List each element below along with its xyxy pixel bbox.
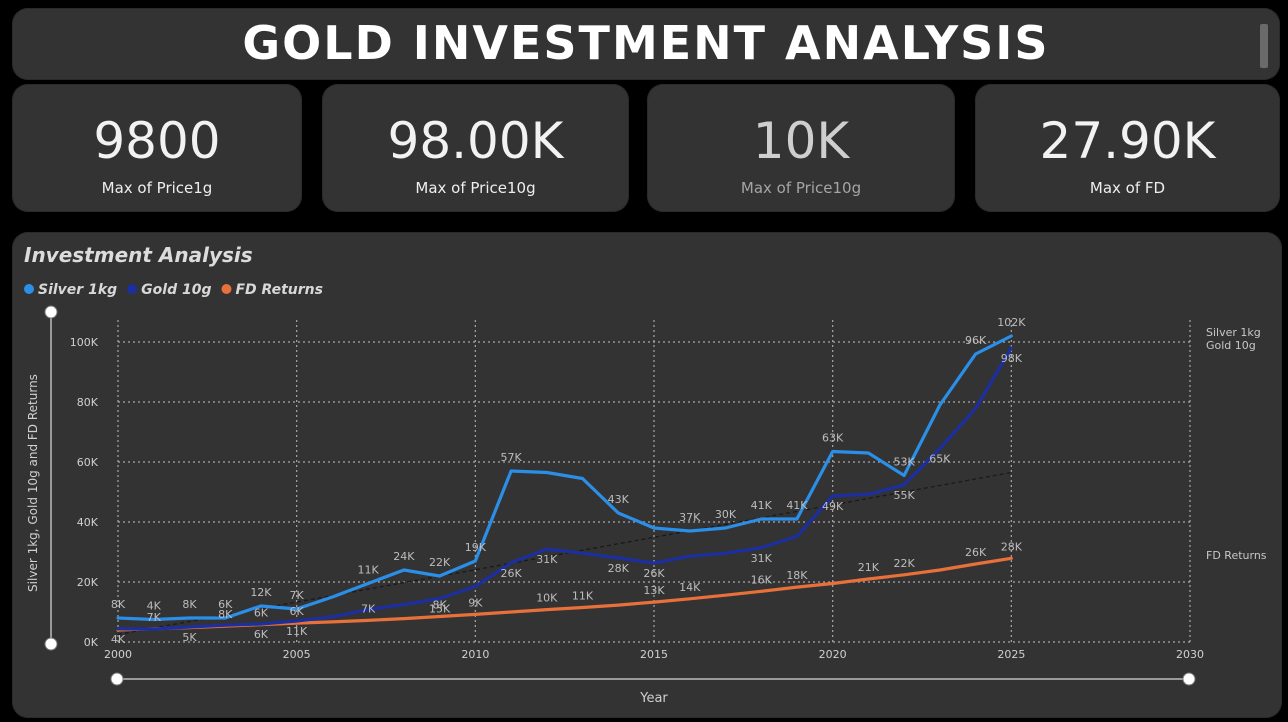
data-label: 7K	[147, 611, 162, 624]
data-label: 14K	[679, 581, 701, 594]
data-label: 31K	[536, 553, 558, 566]
data-label: 9K	[468, 596, 483, 609]
data-label: 7K	[290, 589, 305, 602]
line-chart: 2000 2005 2010 2015 2020 2025 2030 0K 20K 40K 60K 8…	[24, 282, 1267, 706]
data-label: 8K	[432, 599, 447, 612]
kpi-value: 10K	[752, 112, 850, 170]
data-label: 11K	[572, 590, 594, 603]
data-label: 96K	[965, 334, 987, 347]
x-tick-label: 2015	[640, 648, 668, 661]
kpi-label: Max of Price10g	[740, 179, 862, 197]
legend-label: Silver 1kg	[38, 282, 117, 298]
y-tick-label: 100K	[70, 336, 99, 349]
kpi-card-max-price10g-alt: 10K Max of Price10g	[647, 84, 955, 212]
x-zoom-handle-left[interactable]	[110, 672, 124, 686]
data-label: 13K	[643, 584, 665, 597]
kpi-label: Max of FD	[1089, 179, 1166, 197]
data-label: 21K	[858, 561, 880, 574]
data-label: 5K	[182, 631, 197, 644]
data-label: 16K	[751, 573, 773, 586]
data-label: 26K	[965, 546, 987, 559]
y-tick-label: 60K	[77, 456, 99, 469]
data-label: 22K	[429, 556, 451, 569]
data-label: 4K	[111, 633, 126, 646]
data-label: 8K	[218, 608, 233, 621]
x-tick-label: 2025	[997, 648, 1025, 661]
data-label: 12K	[250, 586, 272, 599]
data-label: 11K	[358, 564, 380, 577]
kpi-value: 98.00K	[387, 112, 564, 170]
title-scrollbar[interactable]	[1260, 24, 1268, 68]
y-tick-label: 80K	[77, 396, 99, 409]
x-tick-label: 2030	[1176, 648, 1204, 661]
data-label: 26K	[500, 567, 522, 580]
kpi-label: Max of Price1g	[101, 179, 213, 197]
legend-label: Gold 10g	[141, 282, 211, 298]
x-tick-label: 2000	[104, 648, 132, 661]
kpi-card-max-price10g: 98.00K Max of Price10g	[322, 84, 629, 212]
title-banner: GOLD INVESTMENT ANALYSIS	[12, 8, 1280, 80]
kpi-value: 9800	[93, 112, 221, 170]
kpi-card-max-price1g: 9800 Max of Price1g	[12, 84, 302, 212]
investment-chart-panel: Investment Analysis 2000 2005 2010 2015 2020…	[12, 232, 1282, 718]
data-label: 37K	[679, 511, 701, 524]
data-label: 28K	[1001, 540, 1023, 553]
legend-marker	[127, 284, 138, 294]
data-label: 11K	[286, 625, 308, 638]
kpi-card-max-fd: 27.90K Max of FD	[975, 84, 1280, 212]
data-label: 43K	[608, 493, 630, 506]
x-tick-label: 2005	[283, 648, 311, 661]
data-label: 55K	[894, 489, 916, 502]
data-label: 41K	[751, 499, 773, 512]
x-axis-title: Year	[639, 691, 668, 706]
dashboard-title: GOLD INVESTMENT ANALYSIS	[242, 16, 1050, 70]
y-tick-label: 40K	[77, 516, 99, 529]
series-end-label: Silver 1kg	[1206, 326, 1261, 339]
data-label: 6K	[254, 628, 269, 641]
x-tick-label: 2020	[819, 648, 847, 661]
y-axis-title: Silver 1kg, Gold 10g and FD Returns	[26, 374, 40, 592]
data-label: 65K	[929, 453, 951, 466]
series-end-label: FD Returns	[1206, 549, 1267, 562]
data-label: 49K	[822, 500, 844, 513]
legend-label: FD Returns	[235, 282, 323, 298]
data-label: 7K	[361, 602, 376, 615]
data-label: 26K	[643, 567, 665, 580]
data-label: 24K	[393, 550, 415, 563]
data-label: 18K	[786, 569, 808, 582]
data-label: 6K	[290, 605, 305, 618]
x-zoom-handle-right[interactable]	[1182, 672, 1196, 686]
data-label: 53K	[894, 456, 916, 469]
series-end-label: Gold 10g	[1206, 339, 1256, 352]
data-label: 31K	[751, 552, 773, 565]
x-tick-label: 2010	[461, 648, 489, 661]
data-label: 28K	[608, 562, 630, 575]
legend-marker	[221, 284, 232, 294]
data-label: 8K	[111, 598, 126, 611]
y-tick-label: 0K	[84, 636, 99, 649]
data-label: 41K	[786, 499, 808, 512]
data-label: 10K	[536, 592, 558, 605]
data-label: 6K	[254, 607, 269, 620]
kpi-label: Max of Price10g	[415, 179, 536, 197]
data-label: 8K	[182, 598, 197, 611]
data-label: 98K	[1001, 352, 1023, 365]
data-label: 102K	[997, 316, 1026, 329]
y-zoom-handle-top[interactable]	[44, 305, 58, 319]
data-label: 63K	[822, 432, 844, 445]
y-zoom-handle-bottom[interactable]	[44, 637, 58, 651]
y-tick-label: 20K	[77, 576, 99, 589]
data-label: 57K	[500, 451, 522, 464]
data-label: 22K	[894, 557, 916, 570]
data-label: 19K	[465, 541, 487, 554]
kpi-value: 27.90K	[1039, 112, 1216, 170]
data-label: 30K	[715, 508, 737, 521]
legend-marker	[24, 284, 34, 294]
